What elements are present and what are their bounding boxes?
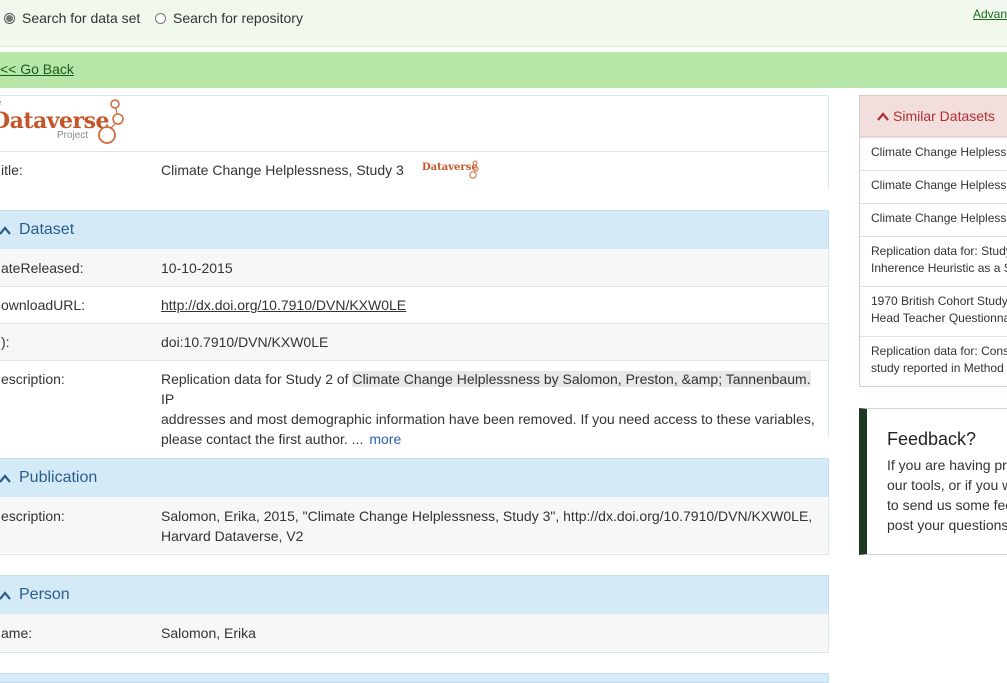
publication-section-header[interactable]: Publication	[0, 458, 829, 498]
advanced-search-link[interactable]: Advan	[973, 7, 1007, 21]
person-name-value: Salomon, Erika	[161, 625, 256, 641]
description-text-start: Replication data for Study 2 of	[161, 371, 353, 387]
similar-dataset-text: Replication data for: Study	[871, 244, 1007, 258]
description-line-3: please contact the first author. ...	[161, 431, 364, 447]
similar-datasets-list: Climate Change Helplessness Climate Chang…	[860, 137, 1007, 386]
similar-dataset-text: Climate Change Helplessness	[871, 178, 1007, 192]
similar-dataset-item[interactable]: Climate Change Helplessness	[860, 170, 1007, 203]
similar-dataset-text: Climate Change Helplessness	[871, 145, 1007, 159]
feedback-line: to send us some fee	[887, 497, 1007, 513]
chevron-up-icon[interactable]	[0, 471, 13, 487]
feedback-line: post your questions	[887, 517, 1007, 533]
go-back-link[interactable]: << Go Back	[0, 61, 74, 77]
download-url-label: ownloadURL:	[1, 297, 86, 313]
similar-dataset-text: 1970 British Cohort Study	[871, 294, 1007, 308]
feedback-heading: Feedback?	[887, 429, 977, 449]
person-panel: ame: Salomon, Erika	[0, 614, 829, 653]
id-label: ):	[1, 334, 10, 350]
date-released-row: ateReleased: 10-10-2015	[0, 249, 828, 286]
radio-search-dataset[interactable]: Search for data set	[4, 10, 140, 26]
similar-dataset-item[interactable]: Climate Change Helplessness	[860, 137, 1007, 170]
similar-dataset-text: Inherence Heuristic as a S	[871, 261, 1007, 275]
dataset-heading: Dataset	[19, 221, 75, 238]
logo-sub: Project	[57, 130, 89, 141]
id-value: doi:10.7910/DVN/KXW0LE	[161, 334, 329, 350]
go-back-bar: << Go Back	[0, 52, 1007, 88]
publication-line-1: Salomon, Erika, 2015, "Climate Change He…	[161, 508, 813, 524]
publication-description-row: escription: Salomon, Erika, 2015, "Clima…	[0, 497, 828, 553]
similar-datasets-panel: Similar Datasets Climate Change Helpless…	[859, 95, 1007, 387]
more-link[interactable]: more	[369, 431, 401, 447]
person-heading: Person	[19, 586, 70, 603]
title-row: itle: Climate Change Helplessness, Study…	[0, 151, 828, 190]
description-highlight: Climate Change Helplessness by Salomon, …	[352, 371, 811, 387]
date-released-value: 10-10-2015	[161, 260, 233, 276]
radio-dataset-label: Search for data set	[22, 10, 141, 26]
similar-dataset-text: study reported in Method	[871, 361, 1004, 375]
dataset-panel: ateReleased: 10-10-2015 ownloadURL: http…	[0, 249, 829, 447]
feedback-text: If you are having pro our tools, or if y…	[887, 455, 1007, 535]
download-url-link[interactable]: http://dx.doi.org/10.7910/DVN/KXW0LE	[161, 295, 406, 315]
similar-dataset-item[interactable]: Replication data for: Study Inherence Heu…	[860, 236, 1007, 286]
badge-circles-icon	[469, 160, 479, 179]
chevron-up-icon[interactable]	[876, 110, 890, 124]
similar-dataset-text: Climate Change Helplessness	[871, 211, 1007, 225]
description-value: Replication data for Study 2 of Climate …	[161, 369, 826, 449]
next-section-header[interactable]	[0, 673, 829, 683]
radio-repository-label: Search for repository	[173, 10, 303, 26]
title-value: Climate Change Helplessness, Study 3	[161, 162, 404, 178]
download-url-row: ownloadURL: http://dx.doi.org/10.7910/DV…	[0, 286, 828, 324]
logo-prefix: e	[0, 98, 1, 107]
feedback-line: our tools, or if you w	[887, 477, 1007, 493]
title-panel: e Dataverse Project itle: Climate Change…	[0, 95, 829, 190]
similar-datasets-heading: Similar Datasets	[893, 108, 995, 124]
description-text-tail: IP	[161, 391, 175, 407]
similar-dataset-item[interactable]: 1970 British Cohort Study Head Teacher Qu…	[860, 286, 1007, 336]
feedback-line: If you are having pro	[887, 457, 1007, 473]
similar-datasets-header[interactable]: Similar Datasets	[860, 96, 1007, 137]
similar-dataset-text: Replication data for: Cons	[871, 344, 1007, 358]
similar-dataset-text: Head Teacher Questionna	[871, 311, 1007, 325]
logo-circles-icon	[98, 99, 124, 144]
person-name-label: ame:	[1, 625, 33, 641]
person-name-row: ame: Salomon, Erika	[0, 614, 828, 651]
logo-name: Dataverse	[0, 108, 110, 134]
chevron-up-icon[interactable]	[0, 588, 13, 604]
publication-description-label: escription:	[1, 508, 65, 524]
search-mode-bar: Search for data set Search for repositor…	[0, 0, 1007, 47]
publication-heading: Publication	[19, 469, 98, 486]
radio-search-repository[interactable]: Search for repository	[155, 10, 303, 26]
id-row: ): doi:10.7910/DVN/KXW0LE	[0, 323, 828, 361]
publication-description-value: Salomon, Erika, 2015, "Climate Change He…	[161, 506, 826, 546]
publication-line-2: Harvard Dataverse, V2	[161, 528, 304, 544]
feedback-box: Feedback? If you are having pro our tool…	[859, 408, 1007, 555]
radio-unselected-icon[interactable]	[155, 12, 166, 24]
description-row: escription: Replication data for Study 2…	[0, 360, 828, 447]
radio-selected-icon[interactable]	[4, 12, 15, 24]
description-line-2: addresses and most demographic informati…	[161, 411, 815, 427]
description-label: escription:	[1, 371, 65, 387]
person-section-header[interactable]: Person	[0, 575, 829, 615]
chevron-up-icon[interactable]	[0, 223, 13, 239]
similar-dataset-item[interactable]: Climate Change Helplessness	[860, 203, 1007, 236]
similar-dataset-item[interactable]: Replication data for: Cons study reported…	[860, 336, 1007, 386]
dataset-section-header[interactable]: Dataset	[0, 210, 829, 250]
date-released-label: ateReleased:	[1, 260, 84, 276]
dataverse-logo: e Dataverse Project	[0, 96, 131, 151]
title-label: itle:	[1, 162, 23, 178]
publication-panel: escription: Salomon, Erika, 2015, "Clima…	[0, 497, 829, 555]
